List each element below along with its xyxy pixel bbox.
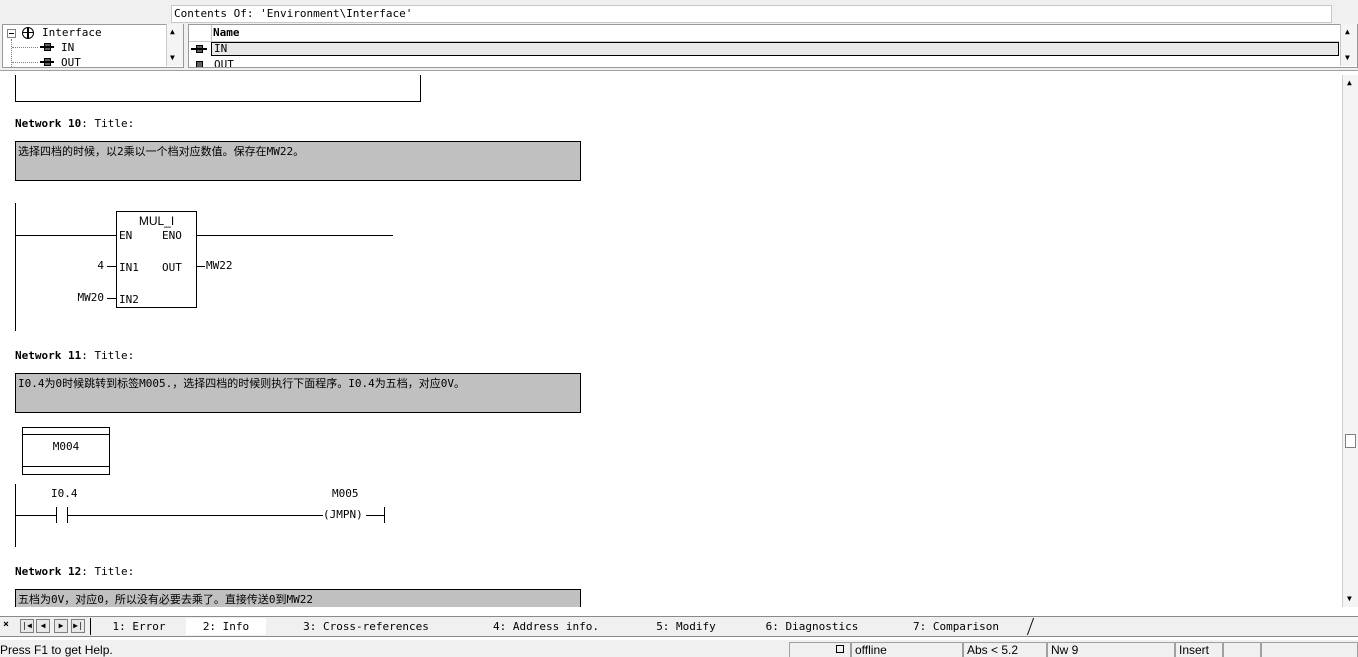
triangle-up-icon[interactable]: ▲ xyxy=(1347,79,1352,87)
tab-address-info[interactable]: 4: Address info. xyxy=(464,618,628,635)
parameter-icon xyxy=(40,43,54,51)
tab-info[interactable]: 2: Info xyxy=(186,618,266,635)
tree-scrollbar[interactable]: ▲ ▼ xyxy=(166,24,183,66)
first-icon[interactable]: |◀ xyxy=(20,619,34,633)
network-title-label: Title: xyxy=(94,349,135,362)
triangle-up-icon[interactable]: ▲ xyxy=(170,28,175,36)
list-row-in[interactable]: IN xyxy=(214,42,227,56)
triangle-up-icon[interactable]: ▲ xyxy=(1345,28,1350,36)
in2-operand[interactable]: MW20 xyxy=(60,292,105,304)
block-name: MUL_I xyxy=(138,214,175,228)
network-title-label: Title: xyxy=(94,565,135,578)
network-computer-icon xyxy=(836,645,844,653)
column-header-name[interactable]: Name xyxy=(213,26,240,40)
prev-icon[interactable]: ◀ xyxy=(36,619,50,633)
editor-scrollbar[interactable]: ▲ ▼ xyxy=(1342,75,1358,607)
previous-network-box xyxy=(15,75,421,102)
list-row-selected[interactable] xyxy=(211,42,1339,56)
tab-error[interactable]: 1: Error xyxy=(96,618,182,635)
status-bar: Press F1 to get Help. offline Abs < 5.2 … xyxy=(0,640,1358,657)
tab-modify[interactable]: 5: Modify xyxy=(632,618,740,635)
parameter-icon xyxy=(191,61,207,67)
network-10-header[interactable]: Network 10: Title: xyxy=(15,117,134,130)
pin-in2: IN2 xyxy=(119,293,139,306)
in1-operand[interactable]: 4 xyxy=(60,260,104,272)
network-title-label: Title: xyxy=(94,117,135,130)
interface-list: Name IN OUT xyxy=(188,24,1358,68)
pin-en: EN xyxy=(119,229,133,242)
network-12-header[interactable]: Network 12: Title: xyxy=(15,565,134,578)
power-rail xyxy=(15,203,16,331)
mul-i-block[interactable]: MUL_I EN ENO IN1 OUT IN2 xyxy=(116,211,197,308)
network-label: Network 12 xyxy=(15,565,82,578)
jump-target[interactable]: M005 xyxy=(332,488,359,500)
network-11-comment[interactable]: I0.4为0时候跳转到标签M005.，选择四档的时候则执行下面程序。I0.4为五… xyxy=(15,373,581,413)
pin-out: OUT xyxy=(162,261,182,274)
output-tabs-bar: × |◀ ◀ ▶ ▶| 1: Error 2: Info 3: Cross-re… xyxy=(0,616,1358,637)
interface-globe-icon xyxy=(22,27,34,39)
network-12-comment[interactable]: 五档为0V，对应0，所以没有必要去乘了。直接传送0到MW22 xyxy=(15,589,581,607)
ladder-editor[interactable]: Network 10: Title: 选择四档的时候，以2乘以一个档对应数值。保… xyxy=(0,75,1342,607)
tab-cross-references[interactable]: 3: Cross-references xyxy=(272,618,460,635)
list-scrollbar[interactable]: ▲ ▼ xyxy=(1340,24,1357,66)
parameter-icon xyxy=(191,45,207,53)
jmpn-coil[interactable]: (JMPN) xyxy=(323,507,363,523)
tab-comparison[interactable]: 7: Comparison xyxy=(884,618,1028,635)
list-row-out[interactable]: OUT xyxy=(214,58,234,67)
parameter-icon xyxy=(40,58,54,66)
pin-in1: IN1 xyxy=(119,261,139,274)
network-10-comment[interactable]: 选择四档的时候，以2乘以一个档对应数值。保存在MW22。 xyxy=(15,141,581,181)
interface-tree[interactable]: Interface IN OUT xyxy=(2,24,184,68)
next-icon[interactable]: ▶ xyxy=(54,619,68,633)
tab-diagnostics[interactable]: 6: Diagnostics xyxy=(744,618,880,635)
scroll-thumb[interactable] xyxy=(1345,434,1356,448)
jump-label: M004 xyxy=(52,440,80,453)
network-11-header[interactable]: Network 11: Title: xyxy=(15,349,134,362)
status-abs: Abs < 5.2 xyxy=(963,642,1047,657)
tree-item-out[interactable]: OUT xyxy=(61,56,81,67)
network-label: Network 10 xyxy=(15,117,82,130)
close-icon[interactable]: × xyxy=(3,619,9,631)
interface-pane: Contents Of: 'Environment\Interface' Int… xyxy=(0,0,1358,71)
jump-label-box[interactable]: M004 xyxy=(22,427,110,475)
triangle-down-icon[interactable]: ▼ xyxy=(1345,54,1350,62)
pin-eno: ENO xyxy=(162,229,182,242)
status-mode: offline xyxy=(851,642,963,657)
help-text: Press F1 to get Help. xyxy=(0,643,113,657)
minus-box-icon[interactable] xyxy=(7,29,16,38)
status-network: Nw 9 xyxy=(1047,642,1175,657)
tree-item-in[interactable]: IN xyxy=(61,41,74,55)
status-insert: Insert xyxy=(1175,642,1223,657)
triangle-down-icon[interactable]: ▼ xyxy=(170,54,175,62)
triangle-down-icon[interactable]: ▼ xyxy=(1347,595,1352,603)
contact-left-bar[interactable] xyxy=(56,507,57,523)
contents-of-label: Contents Of: 'Environment\Interface' xyxy=(171,5,1332,23)
last-icon[interactable]: ▶| xyxy=(71,619,85,633)
network-label: Network 11 xyxy=(15,349,82,362)
out-operand[interactable]: MW22 xyxy=(206,260,233,272)
tree-root-label[interactable]: Interface xyxy=(42,26,102,40)
contact-operand[interactable]: I0.4 xyxy=(51,488,78,500)
